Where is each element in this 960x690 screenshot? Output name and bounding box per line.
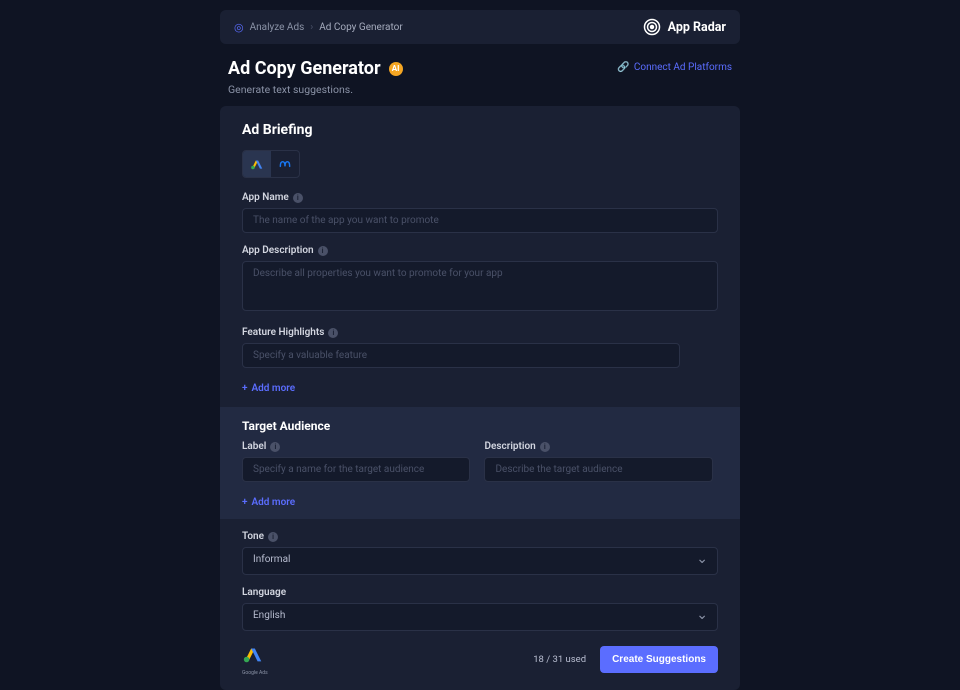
breadcrumb-current: Ad Copy Generator bbox=[319, 22, 402, 33]
tab-meta-ads[interactable] bbox=[271, 151, 299, 177]
info-icon[interactable]: i bbox=[318, 246, 328, 256]
breadcrumb: ◎ Analyze Ads › Ad Copy Generator bbox=[234, 21, 403, 34]
connect-ad-platforms-link[interactable]: 🔗 Connect Ad Platforms bbox=[617, 62, 732, 73]
feature-highlights-label: Feature Highlights i bbox=[242, 327, 718, 338]
create-suggestions-button[interactable]: Create Suggestions bbox=[600, 646, 718, 673]
brand-name: App Radar bbox=[668, 20, 726, 35]
audience-description-input[interactable] bbox=[484, 457, 712, 482]
language-label: Language bbox=[242, 587, 718, 598]
link-icon: 🔗 bbox=[617, 62, 629, 73]
tab-google-ads[interactable] bbox=[243, 151, 271, 177]
brand: App Radar bbox=[643, 18, 726, 36]
info-icon[interactable]: i bbox=[540, 442, 550, 452]
topbar: ◎ Analyze Ads › Ad Copy Generator App Ra… bbox=[220, 10, 740, 44]
page-subtitle: Generate text suggestions. bbox=[228, 83, 403, 96]
app-name-label: App Name i bbox=[242, 192, 718, 203]
google-ads-logo-label: Google Ads bbox=[242, 670, 268, 676]
breadcrumb-root[interactable]: Analyze Ads bbox=[250, 22, 305, 33]
radar-icon bbox=[643, 18, 661, 36]
language-select[interactable]: English bbox=[242, 603, 718, 631]
usage-counter: 18 / 31 used bbox=[533, 654, 586, 665]
add-feature-button[interactable]: Add more bbox=[242, 383, 295, 394]
audience-label-label: Label i bbox=[242, 441, 470, 452]
app-description-label: App Description i bbox=[242, 245, 718, 256]
app-description-input[interactable] bbox=[242, 261, 718, 311]
audience-description-label: Description i bbox=[484, 441, 712, 452]
audience-label-input[interactable] bbox=[242, 457, 470, 482]
tone-label: Tone i bbox=[242, 531, 718, 542]
google-ads-logo: Google Ads bbox=[242, 643, 268, 676]
info-icon[interactable]: i bbox=[293, 193, 303, 203]
page-title-text: Ad Copy Generator bbox=[228, 58, 381, 79]
target-audience-title: Target Audience bbox=[242, 419, 718, 433]
page-title: Ad Copy Generator AI bbox=[228, 58, 403, 79]
info-icon[interactable]: i bbox=[328, 328, 338, 338]
briefing-title: Ad Briefing bbox=[242, 122, 718, 138]
connect-label: Connect Ad Platforms bbox=[634, 62, 732, 73]
chevron-right-icon: › bbox=[310, 22, 313, 33]
page-header: Ad Copy Generator AI Generate text sugge… bbox=[220, 44, 740, 106]
panel-footer: Google Ads 18 / 31 used Create Suggestio… bbox=[220, 631, 740, 690]
info-icon[interactable]: i bbox=[270, 442, 280, 452]
ai-badge: AI bbox=[389, 62, 403, 76]
app-name-input[interactable] bbox=[242, 208, 718, 233]
info-icon[interactable]: i bbox=[268, 532, 278, 542]
google-ads-icon bbox=[250, 157, 264, 171]
tone-select[interactable]: Informal bbox=[242, 547, 718, 575]
add-audience-button[interactable]: Add more bbox=[242, 497, 295, 508]
target-audience-section: Target Audience Label i Description i bbox=[220, 407, 740, 519]
meta-icon bbox=[278, 157, 292, 171]
feature-highlight-input[interactable] bbox=[242, 343, 680, 368]
platform-tabs bbox=[242, 150, 300, 178]
target-icon: ◎ bbox=[234, 21, 244, 34]
briefing-panel: Ad Briefing App Name i App Description bbox=[220, 106, 740, 690]
